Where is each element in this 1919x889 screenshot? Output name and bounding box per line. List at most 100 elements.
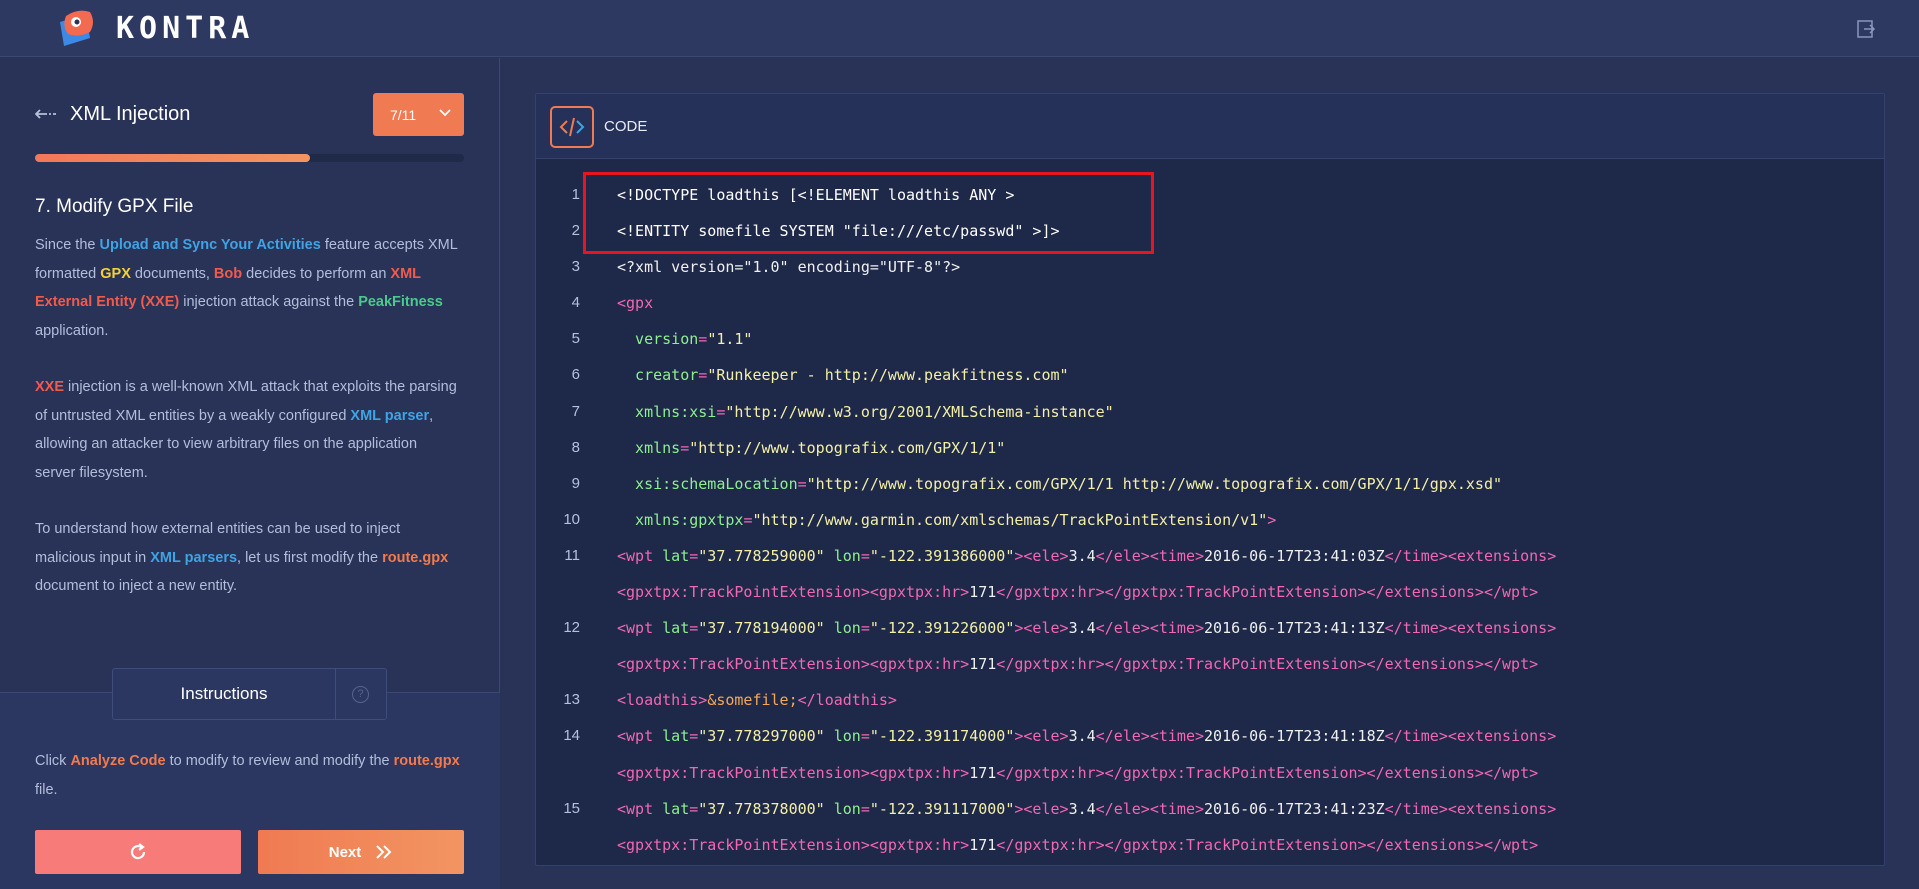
code-editor[interactable]: 1 <!DOCTYPE loadthis [<!ELEMENT loadthis … [536, 177, 1884, 863]
code-token: </gpxtpx:hr></gpxtpx:TrackPointExtension… [996, 583, 1539, 602]
line-number: 2 [571, 222, 580, 240]
code-token: = [689, 799, 699, 818]
code-text: <wpt lat="37.778194000" lon="-122.391226… [617, 610, 1556, 646]
code-token: </gpxtpx:hr></gpxtpx:TrackPointExtension… [996, 835, 1539, 854]
code-token: lat [662, 619, 690, 638]
text: document to inject a new entity. [35, 578, 238, 594]
code-token: </ele><time> [1095, 546, 1205, 565]
code-token: = [680, 438, 690, 457]
xxe-term: XXE [35, 379, 65, 395]
code-line: 5 version="1.1" [536, 321, 1884, 357]
back-arrow-icon[interactable] [35, 107, 57, 121]
code-token: </time><extensions> [1384, 619, 1557, 638]
xml-parsers-term: XML parsers [150, 549, 238, 566]
code-token: </loadthis> [797, 691, 897, 710]
code-text: <loadthis>&somefile;</loadthis> [617, 682, 897, 718]
code-token: "http://www.garmin.com/xmlschemas/TrackP… [752, 510, 1268, 529]
code-line: 10 xmlns:gpxtpx="http://www.garmin.com/x… [536, 502, 1884, 538]
feature-name: Upload and Sync Your Activities [99, 237, 321, 253]
code-token: "http://www.topografix.com/GPX/1/1" [689, 438, 1006, 457]
code-token: = [689, 619, 699, 638]
code-icon [550, 106, 594, 148]
code-text: <?xml version="1.0" encoding="UTF-8"?> [617, 249, 960, 285]
code-token: xsi:schemaLocation [617, 474, 798, 493]
refresh-icon [130, 843, 146, 860]
kontra-logo-icon[interactable] [56, 8, 98, 48]
code-line: <gpxtpx:TrackPointExtension><gpxtpx:hr>1… [536, 755, 1884, 791]
code-token: ><ele> [1014, 799, 1069, 818]
code-token: lon [833, 546, 861, 565]
text: application. [35, 322, 109, 339]
line-number: 11 [564, 546, 580, 564]
line-number: 12 [563, 619, 580, 637]
next-button[interactable]: Next [258, 830, 464, 874]
reset-button[interactable] [35, 830, 241, 874]
code-token: <gpx [617, 294, 654, 313]
line-number: 4 [571, 294, 580, 312]
instructions-text: Click Analyze Code to modify to review a… [35, 747, 460, 804]
code-line: 4 <gpx [536, 285, 1884, 321]
gpx-term: GPX [100, 265, 131, 282]
code-token: lat [662, 546, 690, 565]
code-line: 11 <wpt lat="37.778259000" lon="-122.3913… [536, 538, 1884, 574]
code-token: ><ele> [1014, 727, 1069, 746]
brand-name: KONTRA [116, 11, 255, 46]
code-token: 171 [969, 763, 997, 782]
code-token: "Runkeeper - http://www.peakfitness.com" [707, 366, 1069, 385]
code-panel: CODE 1 <!DOCTYPE loadthis [<!ELEMENT load… [535, 93, 1885, 866]
lesson-progress-bar [35, 154, 464, 162]
code-token: "-122.391386000" [869, 546, 1015, 565]
code-token: "37.778259000" [698, 546, 825, 565]
code-brackets-icon [559, 117, 585, 137]
code-token: = [860, 799, 870, 818]
code-token: </time><extensions> [1384, 546, 1557, 565]
code-token: </gpxtpx:hr></gpxtpx:TrackPointExtension… [996, 655, 1539, 674]
next-button-label: Next [328, 843, 362, 861]
code-line: 12 <wpt lat="37.778194000" lon="-122.3912… [536, 610, 1884, 646]
line-number: 10 [563, 510, 580, 528]
help-icon[interactable]: ? [352, 685, 369, 703]
description-paragraph-3: To understand how external entities can … [35, 515, 460, 601]
code-token: </ele><time> [1095, 799, 1205, 818]
code-token: </ele><time> [1095, 727, 1205, 746]
code-text: version="1.1" [617, 321, 752, 357]
text: documents, [130, 265, 214, 282]
logout-icon[interactable] [1856, 19, 1876, 39]
double-chevron-right-icon [376, 845, 392, 859]
code-token: xmlns:xsi [617, 402, 717, 421]
code-line: 7 xmlns:xsi="http://www.w3.org/2001/XMLS… [536, 394, 1884, 430]
code-text: <gpxtpx:TrackPointExtension><gpxtpx:hr>1… [617, 827, 1538, 863]
code-line: <gpxtpx:TrackPointExtension><gpxtpx:hr>1… [536, 574, 1884, 610]
code-line: 2 <!ENTITY somefile SYSTEM "file:///etc/p… [536, 213, 1884, 249]
step-selector-dropdown[interactable]: 7/11 [373, 93, 464, 136]
text: Since the [35, 237, 100, 253]
code-text: <!DOCTYPE loadthis [<!ELEMENT loadthis A… [617, 177, 1014, 213]
code-text: xmlns:xsi="http://www.w3.org/2001/XMLSch… [617, 394, 1114, 430]
code-token: xmlns:gpxtpx [617, 510, 744, 529]
code-token: lon [833, 727, 861, 746]
instructions-tab[interactable]: Instructions ? [112, 668, 387, 720]
line-number: 3 [571, 258, 580, 276]
line-number: 1 [571, 186, 580, 203]
code-token: "37.778297000" [698, 727, 825, 746]
code-text: <wpt lat="37.778259000" lon="-122.391386… [617, 538, 1556, 574]
code-token: "37.778194000" [698, 619, 825, 638]
code-token: = [860, 619, 870, 638]
code-token: </ele><time> [1095, 619, 1205, 638]
filename-term: route.gpx [393, 753, 460, 769]
code-token: <?xml version="1.0" encoding="UTF-8"?> [617, 258, 961, 277]
code-token: 2016-06-17T23:41:18Z [1204, 727, 1385, 746]
code-token: "-122.391117000" [869, 799, 1015, 818]
code-token: 171 [969, 835, 997, 854]
code-text: xmlns="http://www.topografix.com/GPX/1/1… [617, 430, 1005, 466]
code-token: > [1267, 510, 1277, 529]
step-heading: 7. Modify GPX File [35, 196, 194, 217]
app-name: PeakFitness [358, 294, 443, 310]
code-token: "-122.391174000" [869, 727, 1015, 746]
code-token: lat [662, 727, 690, 746]
code-token: <!DOCTYPE loadthis [<!ELEMENT loadthis A… [617, 186, 1015, 204]
lesson-title: XML Injection [70, 103, 191, 125]
code-token: lon [833, 799, 861, 818]
code-line: 13 <loadthis>&somefile;</loadthis> [536, 682, 1884, 718]
